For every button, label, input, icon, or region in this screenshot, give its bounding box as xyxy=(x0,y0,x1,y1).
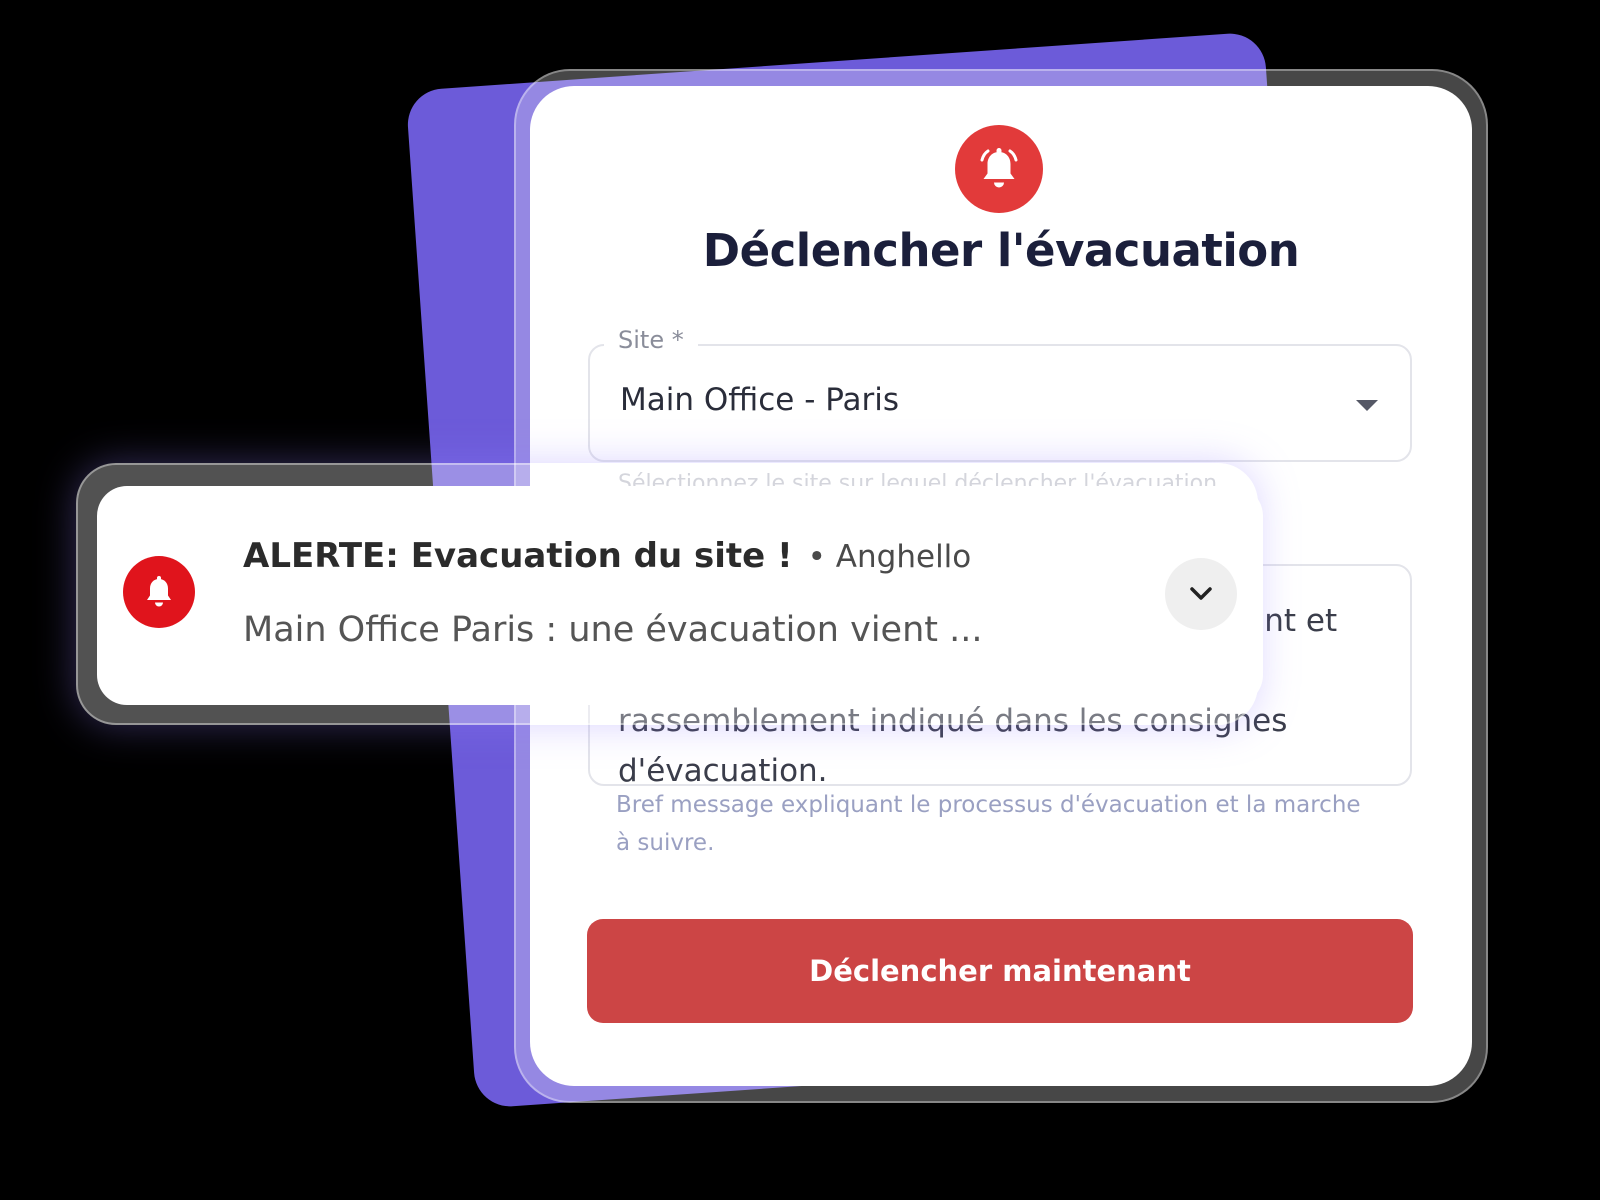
site-selected-value: Main Office - Paris xyxy=(620,382,900,418)
notification-sender: • Anghello xyxy=(807,539,972,575)
site-label: Site * xyxy=(604,326,698,354)
chevron-down-icon[interactable] xyxy=(1165,558,1237,630)
message-helper-text: Bref message expliquant le processus d'é… xyxy=(616,792,1361,856)
caret-down-icon xyxy=(1356,400,1378,411)
alert-notification[interactable]: ALERTE: Evacuation du site ! • Anghello … xyxy=(97,486,1263,705)
notification-body: Main Office Paris : une évacuation vient… xyxy=(243,610,983,650)
notification-title: ALERTE: Evacuation du site ! xyxy=(243,536,793,576)
bell-icon xyxy=(123,556,195,628)
page-title: Déclencher l'évacuation xyxy=(702,224,1300,277)
stage: Déclencher l'évacuation Site * Main Offi… xyxy=(0,0,1600,1200)
site-select[interactable]: Site * Main Office - Paris xyxy=(588,326,1412,462)
trigger-now-button[interactable]: Déclencher maintenant xyxy=(587,919,1413,1023)
notification-header: ALERTE: Evacuation du site ! • Anghello xyxy=(243,536,971,576)
alarm-bell-icon xyxy=(955,125,1043,213)
